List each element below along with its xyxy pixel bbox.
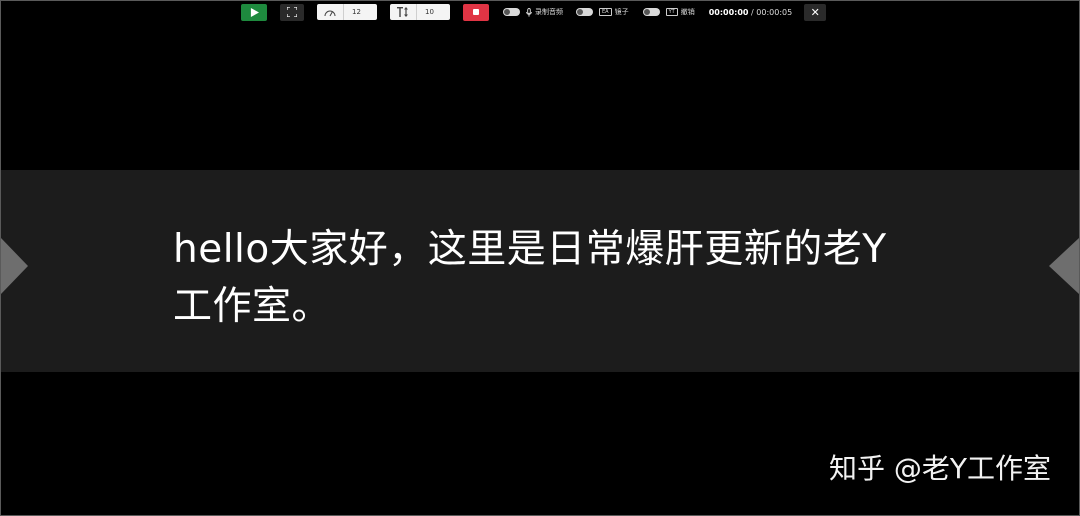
microphone-icon — [526, 7, 532, 17]
font-size-value: 10 — [425, 8, 434, 16]
record-audio-toggle[interactable] — [503, 8, 520, 16]
play-button[interactable] — [241, 3, 267, 21]
mirror-option: EA 镜子 — [576, 7, 629, 17]
record-audio-label: 录制音频 — [535, 8, 563, 16]
play-icon — [250, 7, 259, 17]
arrow-right-icon[interactable] — [1049, 238, 1079, 294]
undo-toggle[interactable] — [642, 8, 660, 16]
watermark: 知乎 @老Y工作室 — [828, 452, 1051, 485]
time-total: 00:00:05 — [756, 7, 793, 17]
arrow-left-icon[interactable] — [1, 238, 28, 294]
time-current: 00:00:00 — [708, 7, 749, 17]
close-button[interactable]: ✕ — [804, 3, 827, 21]
undo-option: YT 撤销 — [642, 7, 695, 17]
fullscreen-icon — [287, 7, 297, 17]
speed-value: 12 — [352, 8, 361, 16]
stop-record-button[interactable] — [463, 3, 489, 21]
undo-icon: YT — [665, 8, 678, 16]
stop-icon — [473, 9, 479, 15]
fullscreen-button[interactable] — [280, 3, 304, 21]
speed-input[interactable]: 12 — [317, 4, 377, 20]
playback-toolbar: 12 10 录制音频 EA 镜子 YT 撤销 00:00:00 / 00:00:… — [241, 3, 827, 21]
mirror-label: 镜子 — [614, 8, 629, 16]
mirror-icon: EA — [599, 8, 612, 16]
close-icon: ✕ — [810, 5, 820, 19]
teleprompter-screen: 12 10 录制音频 EA 镜子 YT 撤销 00:00:00 / 00:00:… — [0, 0, 1080, 516]
undo-label: 撤销 — [680, 8, 695, 16]
speedometer-icon — [317, 4, 344, 20]
font-size-input[interactable]: 10 — [390, 4, 450, 20]
time-display: 00:00:00 / 00:00:05 — [709, 8, 793, 17]
subtitle-text: hello大家好，这里是日常爆肝更新的老Y工作室。 — [173, 227, 887, 329]
mirror-toggle[interactable] — [576, 8, 593, 16]
text-size-icon — [390, 4, 417, 20]
record-audio-option: 录制音频 — [503, 7, 563, 17]
